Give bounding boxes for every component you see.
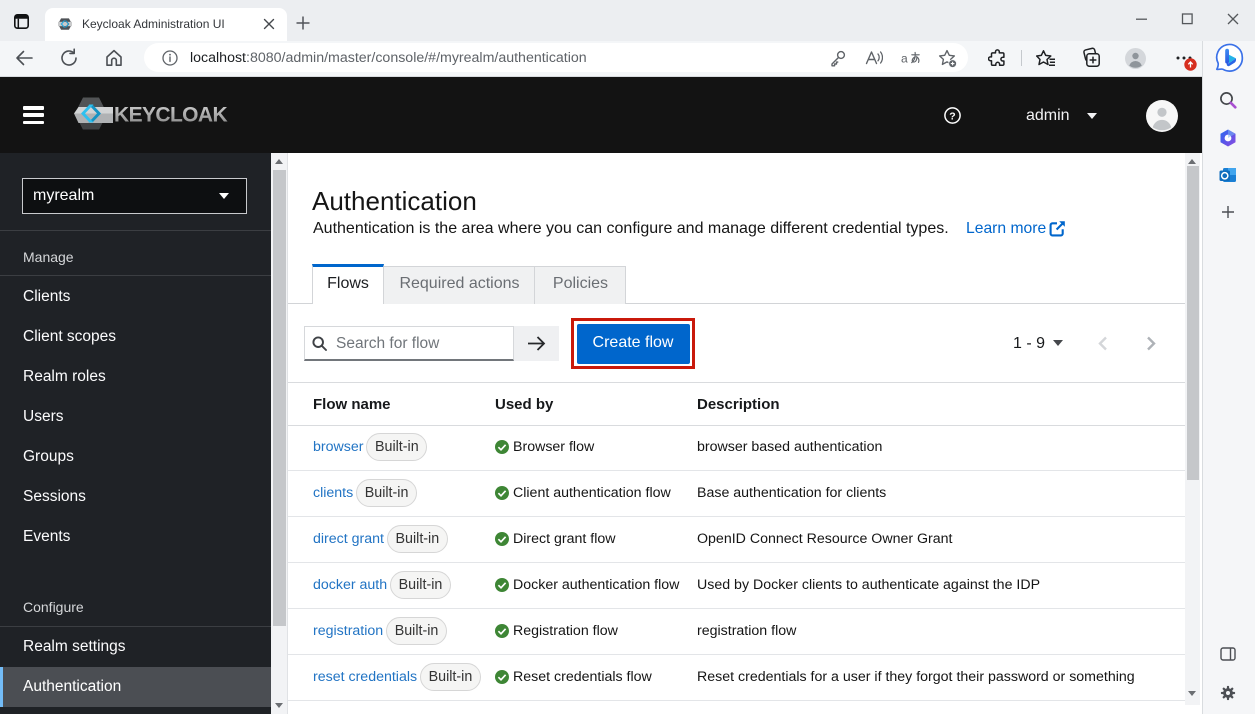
svg-text:a: a [901, 52, 908, 66]
svg-text:KEYCLOAK: KEYCLOAK [114, 104, 227, 127]
svg-text:?: ? [949, 110, 955, 122]
